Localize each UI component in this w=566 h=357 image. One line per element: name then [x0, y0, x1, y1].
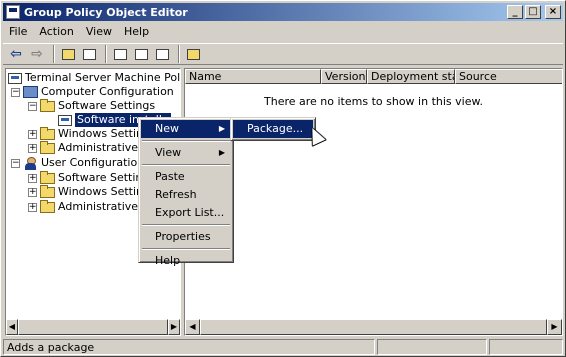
refresh-icon[interactable] — [132, 45, 150, 63]
expand-icon[interactable]: + — [28, 187, 37, 197]
scroll-track[interactable] — [200, 319, 547, 335]
menu-action[interactable]: Action — [33, 23, 79, 41]
tree-computer-configuration[interactable]: − Computer Configuration — [11, 85, 174, 99]
context-menu-paste[interactable]: Paste — [141, 168, 231, 186]
tree-user-software-settings[interactable]: + Software Settings — [28, 170, 155, 185]
policy-icon — [8, 72, 22, 84]
back-arrow-icon[interactable]: ⇦ — [7, 45, 25, 63]
context-menu-properties[interactable]: Properties — [141, 228, 231, 246]
scroll-right-icon[interactable]: ▶ — [547, 319, 562, 335]
context-menu-view[interactable]: View ▶ — [141, 144, 231, 162]
folder-icon — [40, 199, 55, 213]
status-text: Adds a package — [3, 339, 375, 355]
title-bar[interactable]: Group Policy Object Editor _ □ × — [3, 3, 563, 21]
menu-view[interactable]: View — [80, 23, 118, 41]
toolbar: ⇦ ⇨ — [3, 43, 563, 65]
menu-separator — [142, 248, 230, 250]
menu-bar: File Action View Help — [3, 23, 155, 41]
forward-arrow-icon[interactable]: ⇨ — [28, 45, 46, 63]
menu-separator — [142, 164, 230, 166]
folder-icon — [40, 126, 55, 140]
context-menu-refresh[interactable]: Refresh — [141, 186, 231, 204]
new-submenu: Package... — [230, 117, 316, 141]
toolbar-separator — [53, 45, 55, 63]
context-menu: New ▶ View ▶ Paste Refresh Export List... … — [138, 117, 234, 267]
show-tree-icon[interactable] — [80, 45, 98, 63]
tree-label: Computer Configuration — [41, 85, 174, 98]
computer-icon — [23, 86, 38, 98]
scroll-left-icon[interactable]: ◀ — [6, 319, 18, 335]
up-folder-icon[interactable] — [59, 45, 77, 63]
expand-icon[interactable]: + — [28, 129, 37, 139]
expand-icon[interactable]: + — [28, 173, 37, 183]
tree-label: Software Settings — [58, 99, 156, 112]
folder-icon — [40, 184, 55, 198]
scroll-right-icon[interactable]: ▶ — [168, 319, 180, 335]
software-installation-icon — [58, 114, 72, 126]
tree-horizontal-scrollbar[interactable]: ◀ ▶ — [6, 319, 180, 335]
expand-icon[interactable]: + — [28, 202, 37, 212]
expand-icon[interactable]: + — [28, 143, 37, 153]
tree-windows-settings[interactable]: + Windows Settings — [28, 126, 156, 141]
submenu-arrow-icon: ▶ — [218, 148, 225, 157]
folder-icon — [40, 98, 55, 112]
minimize-button[interactable]: _ — [507, 5, 523, 19]
context-menu-export-list[interactable]: Export List... — [141, 204, 231, 222]
tree-label: User Configuration — [41, 156, 145, 169]
scroll-thumb[interactable] — [18, 319, 168, 335]
list-pane[interactable]: Name Version Deployment state Source The… — [184, 68, 563, 336]
folder-icon — [40, 140, 55, 154]
column-name[interactable]: Name — [185, 69, 321, 84]
maximize-button[interactable]: □ — [525, 5, 541, 19]
tree-user-configuration[interactable]: − User Configuration — [11, 156, 144, 170]
submenu-package[interactable]: Package... — [233, 120, 313, 138]
user-icon — [23, 156, 38, 170]
scroll-track[interactable] — [18, 319, 168, 335]
properties-icon[interactable] — [111, 45, 129, 63]
menu-item-label: New — [155, 122, 179, 135]
collapse-icon[interactable]: − — [28, 101, 37, 111]
folder-icon — [40, 170, 55, 184]
scroll-left-icon[interactable]: ◀ — [185, 319, 200, 335]
context-menu-help[interactable]: Help — [141, 252, 231, 270]
tree-root-label: Terminal Server Machine Policy [ts2 — [25, 71, 181, 84]
empty-list-message: There are no items to show in this view. — [264, 95, 483, 108]
status-bar: Adds a package — [3, 339, 563, 356]
tree-user-windows-settings[interactable]: + Windows Settings — [28, 184, 156, 199]
toolbar-separator — [178, 45, 180, 63]
main-window: Group Policy Object Editor _ □ × File Ac… — [0, 0, 566, 357]
context-menu-new[interactable]: New ▶ — [141, 120, 231, 138]
menu-file[interactable]: File — [3, 23, 33, 41]
status-panel-2 — [377, 339, 487, 355]
collapse-icon[interactable]: − — [11, 87, 20, 97]
list-horizontal-scrollbar[interactable]: ◀ ▶ — [185, 319, 562, 335]
column-version[interactable]: Version — [321, 69, 367, 84]
close-button[interactable]: × — [545, 5, 561, 19]
status-panel-3 — [489, 339, 563, 355]
tree-software-settings[interactable]: − Software Settings — [28, 98, 156, 113]
menu-help[interactable]: Help — [118, 23, 155, 41]
menu-separator — [142, 140, 230, 142]
window-title: Group Policy Object Editor — [24, 5, 188, 19]
export-icon[interactable] — [153, 45, 171, 63]
tree-root[interactable]: Terminal Server Machine Policy [ts2 — [8, 71, 181, 85]
menu-item-label: View — [155, 146, 182, 159]
column-source[interactable]: Source — [455, 69, 562, 84]
gpedit-app-icon — [6, 5, 20, 19]
help-icon[interactable] — [184, 45, 202, 63]
toolbar-separator — [105, 45, 107, 63]
list-header: Name Version Deployment state Source — [185, 69, 562, 84]
submenu-arrow-icon: ▶ — [218, 124, 225, 133]
collapse-icon[interactable]: − — [11, 158, 20, 168]
menu-separator — [142, 224, 230, 226]
column-deployment-state[interactable]: Deployment state — [367, 69, 455, 84]
scroll-thumb[interactable] — [200, 319, 547, 335]
